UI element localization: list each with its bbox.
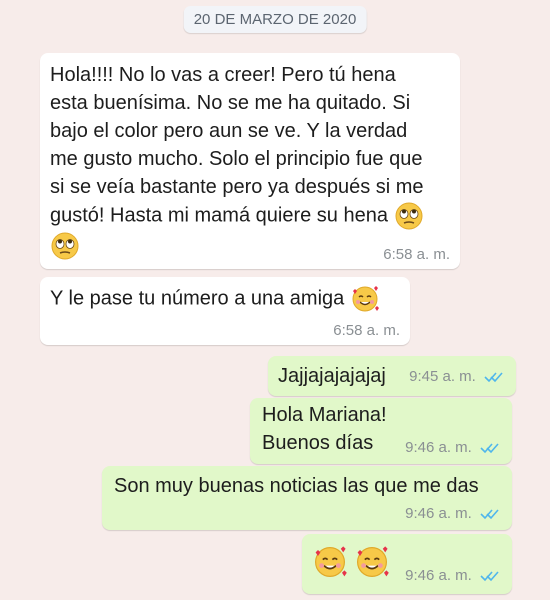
message-time: 9:46 a. m.: [405, 439, 472, 456]
message-line: Buenos días: [262, 432, 374, 454]
message-time: 9:46 a. m.: [405, 567, 472, 584]
message-line: esta buenísima. No se me ha quitado. Si: [50, 92, 411, 114]
message-timestamp: 9:45 a. m.: [409, 367, 504, 387]
smiling-face-with-hearts-emoji-icon: [352, 286, 379, 312]
message-time: 9:45 a. m.: [409, 368, 476, 385]
smiling-face-with-hearts-emoji-icon: [356, 546, 389, 577]
message-timestamp: 9:46 a. m.: [405, 566, 500, 586]
message-line-text: Y le pase tu número a una amiga: [50, 287, 345, 310]
message-line-text: gustó! Hasta mi mamá quiere su hena: [50, 204, 388, 227]
message-line: me gusto mucho. Solo el principio fue qu…: [50, 148, 423, 170]
message-line: Hola Mariana!: [262, 404, 387, 426]
message-bubble-incoming[interactable]: Hola!!!! No lo vas a creer! Pero tú hena…: [40, 53, 460, 269]
message-time: 9:46 a. m.: [405, 505, 472, 522]
message-text: Jajjajajajajaj: [278, 365, 386, 387]
read-receipt-double-check-icon: [480, 509, 499, 520]
message-line: gustó! Hasta mi mamá quiere su hena: [50, 201, 424, 231]
message-text: Hola Mariana! Buenos días: [262, 401, 387, 457]
message-bubble-outgoing[interactable]: 9:46 a. m.: [302, 534, 512, 594]
message-bubble-outgoing[interactable]: Son muy buenas noticias las que me das 9…: [102, 466, 512, 530]
rolling-eyes-emoji-icon: [51, 232, 79, 260]
read-receipt-double-check-icon: [480, 571, 499, 582]
message-timestamp: 6:58 a. m.: [333, 322, 400, 339]
read-receipt-double-check-icon: [480, 443, 499, 454]
message-timestamp: 9:46 a. m.: [405, 504, 500, 524]
emoji-message: [312, 544, 390, 580]
message-line: si se veía bastante pero ya después si m…: [50, 176, 424, 198]
message-line: bajo el color pero aun se ve. Y la verda…: [50, 120, 408, 142]
message-bubble-outgoing[interactable]: Jajjajajajajaj 9:45 a. m.: [268, 356, 516, 396]
rolling-eyes-emoji-icon: [395, 202, 423, 230]
message-timestamp: 9:46 a. m.: [405, 438, 500, 458]
message-timestamp: 6:58 a. m.: [383, 246, 450, 263]
message-text: Hola!!!! No lo vas a creer! Pero tú hena…: [50, 61, 424, 231]
message-text: Y le pase tu número a una amiga: [50, 284, 380, 314]
message-line: Hola!!!! No lo vas a creer! Pero tú hena: [50, 64, 396, 86]
message-text: Son muy buenas noticias las que me das: [114, 475, 479, 497]
message-bubble-incoming[interactable]: Y le pase tu número a una amiga 6:58 a. …: [40, 277, 410, 345]
message-bubble-outgoing[interactable]: Hola Mariana! Buenos días 9:46 a. m.: [250, 398, 512, 464]
smiling-face-with-hearts-emoji-icon: [315, 546, 347, 577]
date-separator: 20 DE MARZO DE 2020: [183, 6, 367, 33]
read-receipt-double-check-icon: [484, 372, 503, 383]
